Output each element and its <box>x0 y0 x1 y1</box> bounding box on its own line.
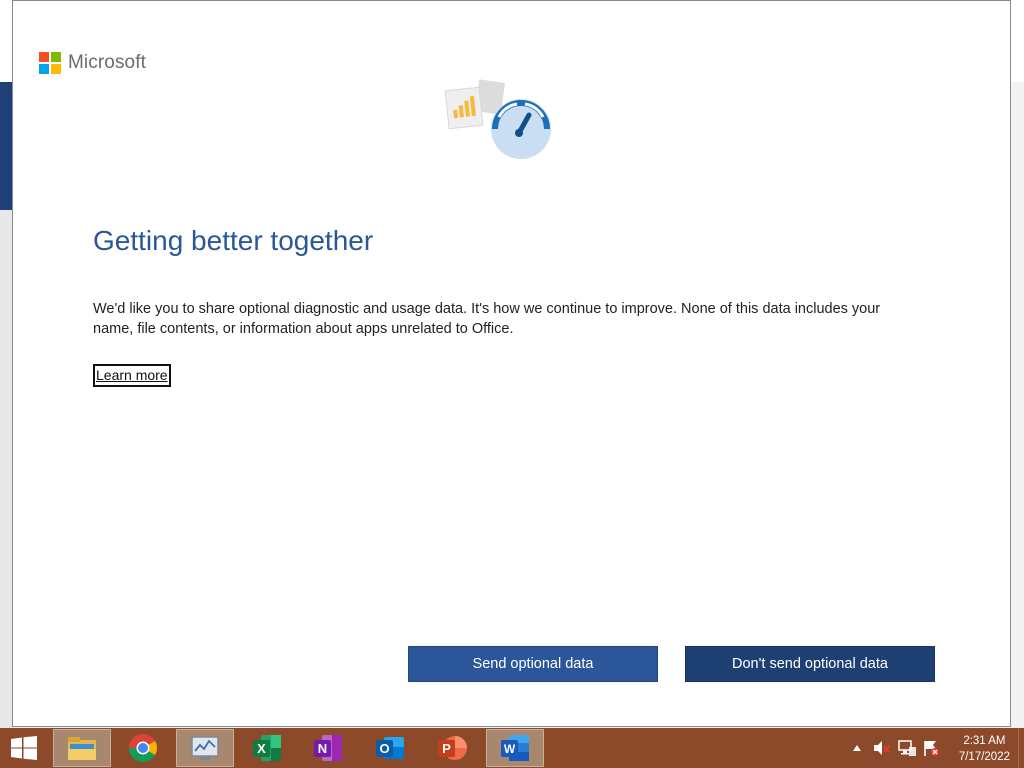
learn-more-link[interactable]: Learn more <box>93 364 171 387</box>
dont-send-optional-data-button[interactable]: Don't send optional data <box>685 646 935 682</box>
diagnostics-illustration-icon <box>444 79 551 159</box>
svg-text:W: W <box>504 742 516 756</box>
clock-date: 7/17/2022 <box>958 751 1010 763</box>
svg-text:P: P <box>442 741 451 756</box>
dialog-description: We'd like you to share optional diagnost… <box>93 301 881 337</box>
taskbar-file-explorer[interactable] <box>53 729 111 767</box>
taskbar-word[interactable]: W <box>486 729 544 767</box>
taskbar: X N O P W 2:31 AM 7/17/2022 <box>0 728 1024 768</box>
start-button[interactable] <box>0 728 48 768</box>
tray-overflow-button[interactable] <box>848 728 866 768</box>
word-icon: W <box>501 735 529 761</box>
show-desktop-button[interactable] <box>1018 728 1024 768</box>
taskbar-chrome[interactable] <box>114 729 172 767</box>
background-nav-strip <box>0 82 12 210</box>
network-icon <box>898 740 916 756</box>
taskbar-performance-monitor[interactable] <box>176 729 234 767</box>
volume-muted-icon <box>874 741 890 755</box>
folder-icon <box>68 737 96 760</box>
tray-volume[interactable] <box>870 728 894 768</box>
svg-text:N: N <box>318 741 327 756</box>
outlook-icon: O <box>376 737 404 759</box>
chevron-up-icon <box>853 745 861 751</box>
microsoft-logo-icon <box>39 52 61 74</box>
microsoft-brand: Microsoft <box>39 52 146 74</box>
taskbar-outlook[interactable]: O <box>361 729 419 767</box>
taskbar-onenote[interactable]: N <box>299 729 357 767</box>
tray-action-center[interactable] <box>920 728 942 768</box>
flag-alert-icon <box>924 741 939 756</box>
tray-network[interactable] <box>895 728 919 768</box>
svg-text:O: O <box>379 741 389 756</box>
brand-text: Microsoft <box>68 52 146 73</box>
taskbar-clock[interactable]: 2:31 AM 7/17/2022 <box>959 733 1010 765</box>
send-optional-data-button[interactable]: Send optional data <box>408 646 658 682</box>
chrome-icon <box>129 734 157 762</box>
background-side-strip <box>0 210 12 728</box>
dialog-title: Getting better together <box>93 225 374 256</box>
clock-time: 2:31 AM <box>963 735 1006 747</box>
privacy-dialog: Microsoft Getting better together We'd l… <box>12 0 1011 727</box>
windows-logo-icon <box>11 736 37 760</box>
excel-icon: X <box>253 735 281 761</box>
onenote-icon: N <box>314 735 342 761</box>
monitor-icon <box>191 736 219 760</box>
svg-text:X: X <box>257 741 266 756</box>
taskbar-powerpoint[interactable]: P <box>423 729 481 767</box>
powerpoint-icon: P <box>438 736 467 760</box>
taskbar-excel[interactable]: X <box>238 729 296 767</box>
